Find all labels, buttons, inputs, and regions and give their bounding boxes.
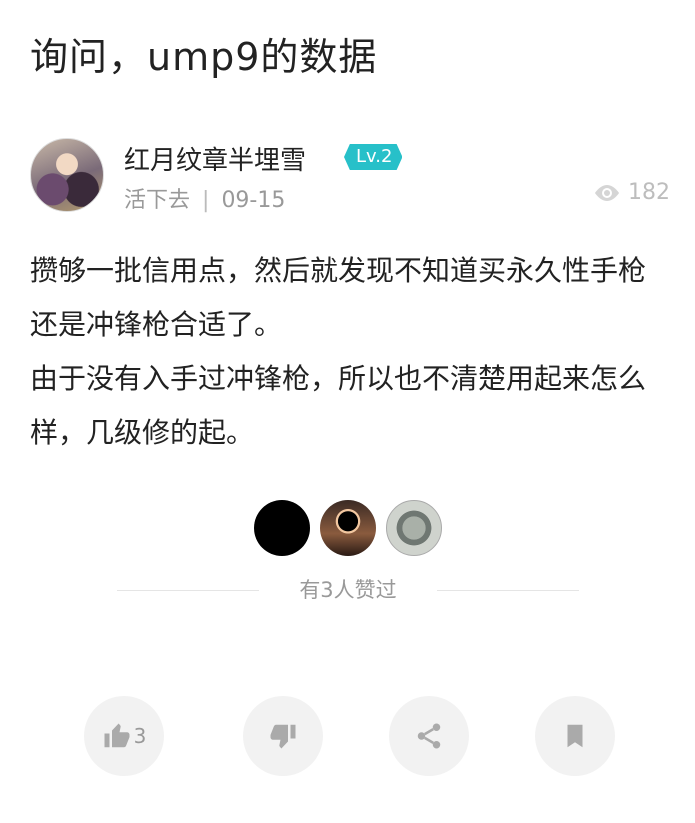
like-button[interactable]: 3 [84,696,164,776]
liker-avatar[interactable] [253,500,310,556]
thumbs-up-icon [104,723,130,748]
share-button[interactable] [389,696,469,776]
post-paragraph: 攒够一批信用点，然后就发现不知道买永久性手枪还是冲锋枪合适了。 [30,254,647,341]
view-count-value: 182 [628,180,670,205]
divider-line [437,590,579,591]
action-bar: 3 [0,696,695,776]
liker-avatar[interactable] [385,500,442,556]
view-count: 182 [592,180,670,205]
eye-icon [595,184,619,201]
author-signature: 活下去 [124,188,191,213]
likers-avatars [0,500,695,556]
post-title: 询问，ump9的数据 [30,35,378,79]
meta-separator: | [202,188,210,213]
liker-avatar[interactable] [319,500,376,556]
post-paragraph: 由于没有入手过冲锋枪，所以也不清楚用起来怎么样，几级修的起。 [30,362,647,449]
bookmark-button[interactable] [535,696,615,776]
post-content: 攒够一批信用点，然后就发现不知道买永久性手枪还是冲锋枪合适了。 由于没有入手过冲… [30,244,670,460]
dislike-button[interactable] [243,696,323,776]
thumbs-down-icon [270,724,296,749]
bookmark-icon [567,724,583,748]
post-date: 09-15 [221,188,286,213]
likers-summary: 有3人赞过 [117,578,579,602]
level-badge: Lv.2 [344,144,403,170]
share-icon [417,723,441,749]
author-meta: 活下去 | 09-15 [124,182,285,214]
author-avatar[interactable] [30,138,104,212]
author-row: 红月纹章半埋雪 Lv.2 活下去 | 09-15 182 [30,136,670,214]
like-count: 3 [133,724,147,748]
author-name[interactable]: 红月纹章半埋雪 [124,140,306,177]
